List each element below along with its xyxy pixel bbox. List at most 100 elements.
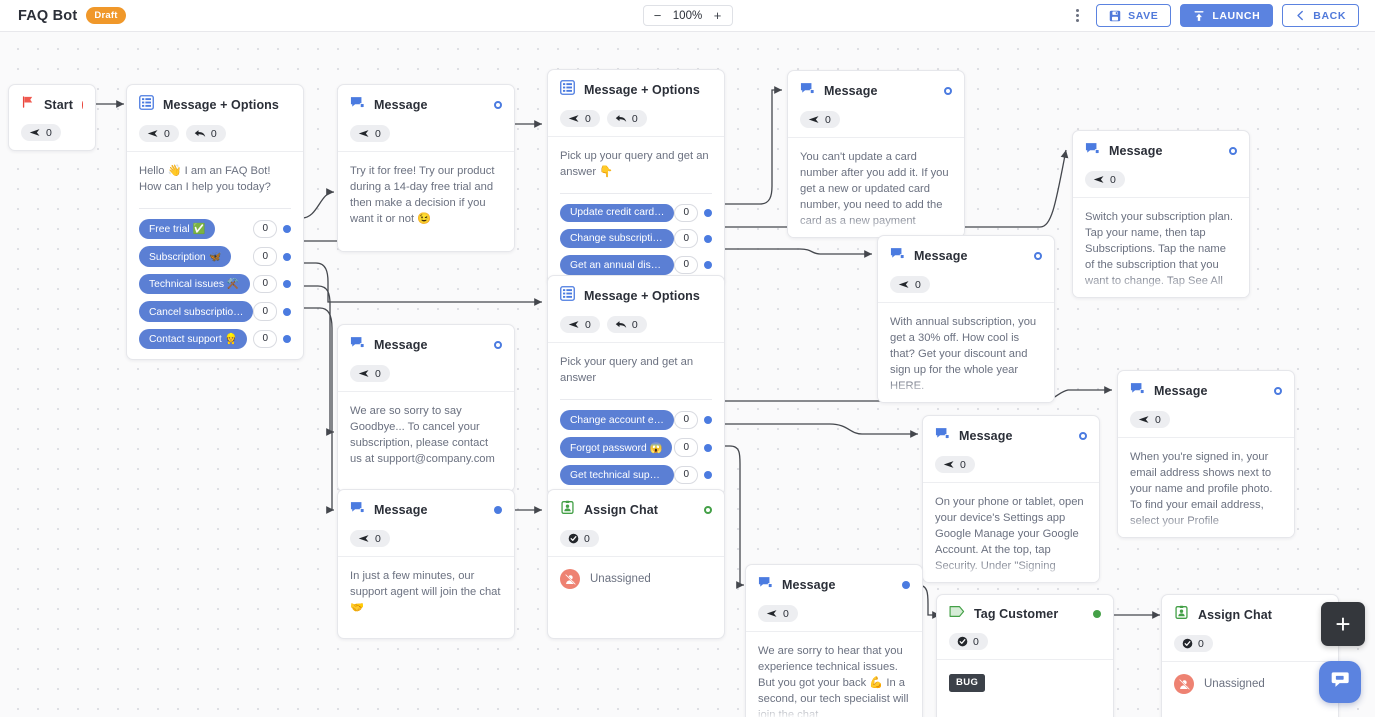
more-options-icon[interactable] <box>1068 5 1087 26</box>
node-tag-customer[interactable]: Tag Customer 0 BUG <box>936 594 1114 717</box>
node-switch-plan-message[interactable]: Message 0 Switch your subscription plan.… <box>1072 130 1250 298</box>
node-header: Message + Options 0 0 <box>548 70 724 136</box>
output-port[interactable] <box>1229 147 1237 155</box>
option-chip[interactable]: Update credit card detail... <box>560 203 675 223</box>
node-subscription-options[interactable]: Message + Options 0 0 Pick up your query… <box>547 69 725 287</box>
option-chip[interactable]: Change account email 📳 <box>560 409 675 431</box>
option-row[interactable]: Technical issues ⚒️ 0 <box>139 273 291 295</box>
sent-count: 0 <box>960 458 966 471</box>
option-output-port[interactable] <box>283 225 291 234</box>
sent-count: 0 <box>1155 413 1161 426</box>
zoom-out-button[interactable]: − <box>653 9 663 22</box>
message-icon <box>350 335 365 355</box>
node-free-trial-message[interactable]: Message 0 Try it for free! Try our produ… <box>337 84 515 252</box>
node-body: Switch your subscription plan. Tap your … <box>1073 197 1249 297</box>
output-port[interactable] <box>1034 252 1042 260</box>
option-output-port[interactable] <box>283 335 291 344</box>
node-body: Hello 👋 I am an FAQ Bot! How can I help … <box>127 151 303 359</box>
node-card-message[interactable]: Message 0 You can't update a card number… <box>787 70 965 238</box>
option-count: 0 <box>253 302 277 321</box>
zoom-in-button[interactable]: + <box>713 9 723 22</box>
option-row[interactable]: Update credit card detail... 0 <box>560 203 712 223</box>
option-chip[interactable]: Contact support 👷 <box>139 328 248 350</box>
option-chip[interactable]: Technical issues ⚒️ <box>139 273 250 295</box>
node-stats: 0 <box>21 124 83 141</box>
node-body: Pick your query and get an answer Change… <box>548 342 724 495</box>
option-output-port[interactable] <box>704 443 712 452</box>
option-output-port[interactable] <box>704 209 712 218</box>
zoom-control[interactable]: − 100% + <box>642 5 733 26</box>
output-port[interactable] <box>944 87 952 95</box>
add-node-button[interactable]: + <box>1321 602 1365 646</box>
option-chip[interactable]: Change subscription plan... <box>560 229 675 248</box>
node-annual-discount-message[interactable]: Message 0 With annual subscription, you … <box>877 235 1055 403</box>
option-output-port[interactable] <box>283 252 291 261</box>
output-port[interactable] <box>902 581 910 589</box>
node-title: Message <box>959 429 1013 443</box>
option-output-port[interactable] <box>704 471 712 480</box>
option-row[interactable]: Change account email 📳 0 <box>560 409 712 431</box>
node-email-message[interactable]: Message 0 When you're signed in, your em… <box>1117 370 1295 538</box>
node-stats: 0 0 <box>560 110 712 127</box>
option-chip[interactable]: Subscription 🦋 <box>139 246 232 267</box>
flow-canvas[interactable]: Start 0 Message + Options 0 0 Hello 👋 I … <box>0 32 1375 717</box>
node-body: We are sorry to hear that you experience… <box>746 631 922 717</box>
node-stats: 0 <box>800 111 952 128</box>
option-row[interactable]: Change subscription plan... 0 <box>560 229 712 248</box>
node-header: Message + Options 0 0 <box>127 85 303 151</box>
node-start[interactable]: Start 0 <box>8 84 96 151</box>
output-port[interactable] <box>494 341 502 349</box>
option-row[interactable]: Forgot password 😱 0 <box>560 437 712 458</box>
output-port[interactable] <box>1079 432 1087 440</box>
node-header: Message 0 <box>1073 131 1249 197</box>
back-button[interactable]: BACK <box>1282 4 1359 27</box>
node-stats: 0 <box>350 365 502 382</box>
node-header: Message 0 <box>338 85 514 151</box>
node-tech-support-message[interactable]: Message 0 We are sorry to hear that you … <box>745 564 923 717</box>
node-technical-options[interactable]: Message + Options 0 0 Pick your query an… <box>547 275 725 497</box>
option-chip[interactable]: Get an annual discount 🤑 <box>560 254 675 276</box>
output-port[interactable] <box>1093 610 1101 618</box>
option-row[interactable]: Get an annual discount 🤑 0 <box>560 254 712 276</box>
node-header: Message 0 <box>923 416 1099 482</box>
launch-button[interactable]: LAUNCH <box>1180 4 1274 27</box>
node-cancel-message[interactable]: Message 0 We are so sorry to say Goodbye… <box>337 324 515 492</box>
node-assign-chat-2[interactable]: Assign Chat 0 Unassigned <box>1161 594 1339 717</box>
node-assign-chat-1[interactable]: Assign Chat 0 Unassigned <box>547 489 725 639</box>
output-port[interactable] <box>704 506 712 514</box>
option-chip[interactable]: Cancel subscription ❌ <box>139 301 254 322</box>
option-count: 0 <box>674 465 698 485</box>
node-support-message[interactable]: Message 0 In just a few minutes, our sup… <box>337 489 515 639</box>
output-port[interactable] <box>494 506 502 514</box>
sent-count: 0 <box>783 607 789 620</box>
option-output-port[interactable] <box>283 307 291 316</box>
message-text: When you're signed in, your email addres… <box>1130 451 1273 527</box>
message-text: We are so sorry to say Goodbye... To can… <box>350 405 495 465</box>
option-row[interactable]: Get technical support ⚙️ 0 <box>560 464 712 486</box>
save-button[interactable]: SAVE <box>1096 4 1172 27</box>
output-port[interactable] <box>494 101 502 109</box>
message-icon <box>1085 141 1100 161</box>
output-port[interactable] <box>81 100 83 109</box>
option-chip[interactable]: Forgot password 😱 <box>560 437 673 458</box>
option-row[interactable]: Contact support 👷 0 <box>139 328 291 350</box>
output-port[interactable] <box>1274 387 1282 395</box>
option-output-port[interactable] <box>704 261 712 270</box>
reply-count: 0 <box>631 318 638 331</box>
node-main-options[interactable]: Message + Options 0 0 Hello 👋 I am an FA… <box>126 84 304 361</box>
message-icon <box>890 246 905 266</box>
chat-widget-button[interactable] <box>1319 661 1361 703</box>
option-row[interactable]: Free trial ✅ 0 <box>139 218 291 240</box>
node-stats: 0 0 <box>139 125 291 142</box>
option-chip[interactable]: Free trial ✅ <box>139 218 216 240</box>
option-output-port[interactable] <box>704 416 712 425</box>
option-output-port[interactable] <box>283 280 291 289</box>
node-password-message[interactable]: Message 0 On your phone or tablet, open … <box>922 415 1100 583</box>
option-chip[interactable]: Get technical support ⚙️ <box>560 464 675 486</box>
option-row[interactable]: Subscription 🦋 0 <box>139 246 291 267</box>
option-row[interactable]: Cancel subscription ❌ 0 <box>139 301 291 322</box>
node-title: Message + Options <box>584 289 700 303</box>
option-output-port[interactable] <box>704 234 712 243</box>
node-stats: 0 <box>350 125 502 142</box>
option-count: 0 <box>253 219 277 239</box>
